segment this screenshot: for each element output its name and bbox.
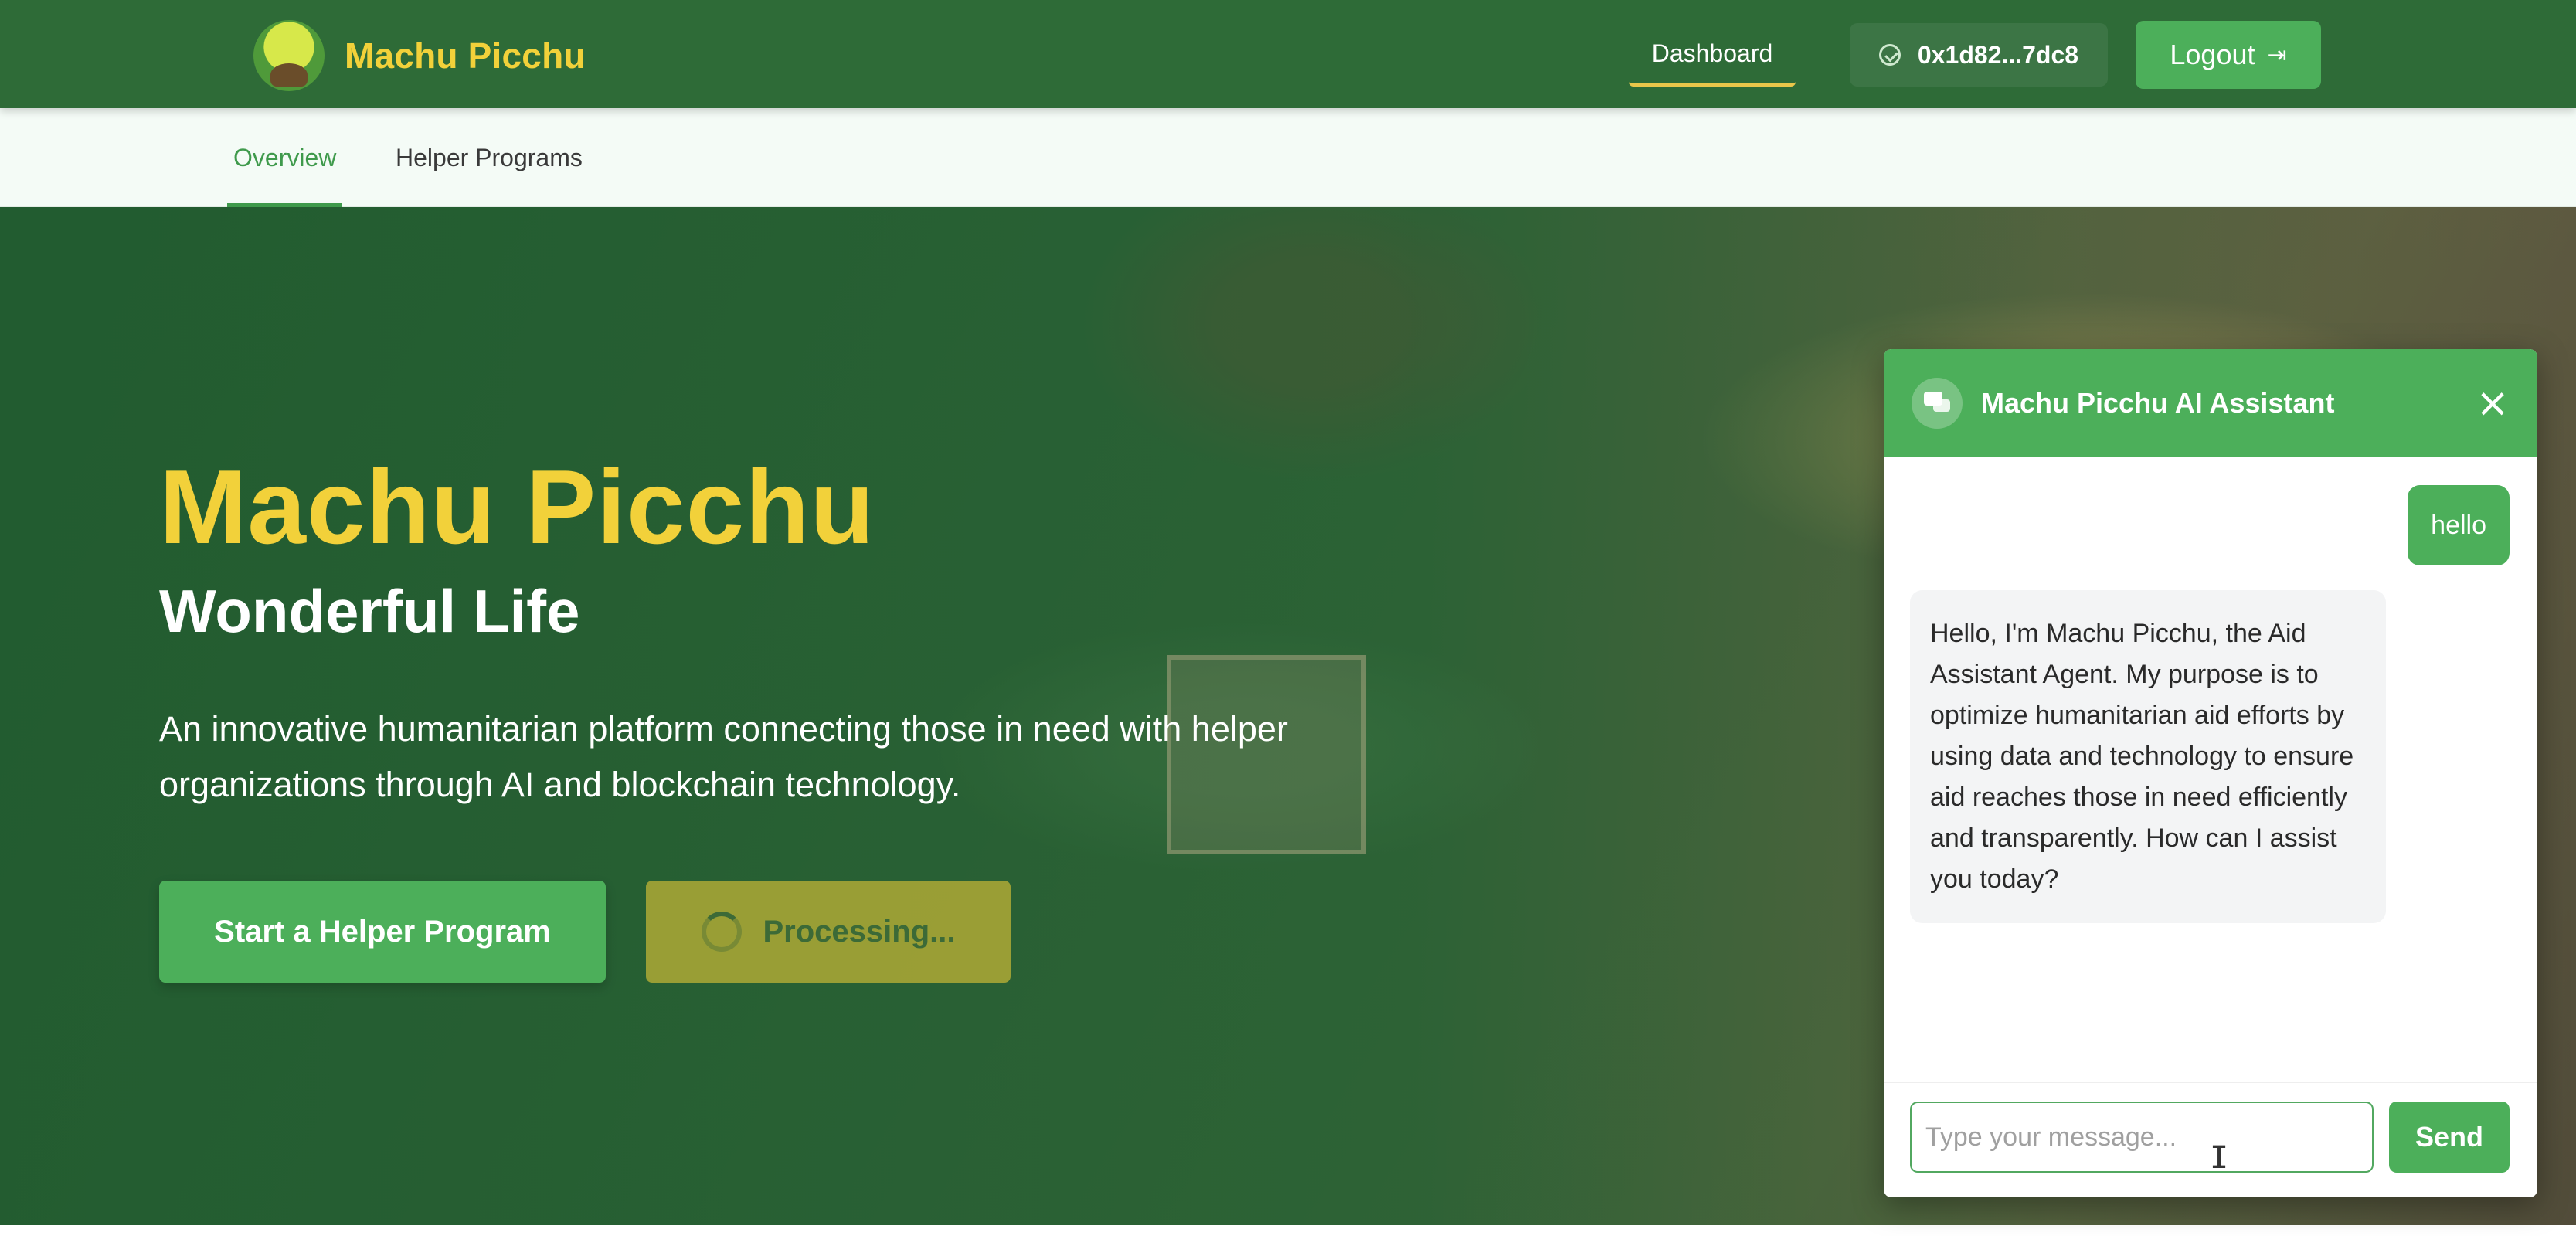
- hero-subtitle: Wonderful Life: [159, 577, 580, 645]
- user-message: hello: [2408, 485, 2510, 565]
- message-input[interactable]: [1910, 1102, 2374, 1173]
- hero-description: An innovative humanitarian platform conn…: [159, 709, 1288, 804]
- close-icon[interactable]: ×: [2472, 383, 2513, 423]
- logout-button[interactable]: Logout ⇥: [2136, 21, 2321, 89]
- brand[interactable]: Machu Picchu: [253, 20, 586, 91]
- assistant-message: Hello, I'm Machu Picchu, the Aid Assista…: [1910, 590, 2386, 923]
- dashboard-link[interactable]: Dashboard: [1629, 23, 1796, 87]
- brand-name: Machu Picchu: [345, 36, 586, 76]
- logo-icon: [253, 20, 325, 91]
- send-button[interactable]: Send: [2389, 1102, 2510, 1173]
- start-helper-program-button[interactable]: Start a Helper Program: [159, 881, 606, 983]
- sub-navigation: Overview Helper Programs: [0, 108, 2576, 207]
- chat-messages: hello Hello, I'm Machu Picchu, the Aid A…: [1884, 457, 2537, 1083]
- spinner-icon: [701, 912, 742, 952]
- top-navbar: Machu Picchu Dashboard 0x1d82...7dc8 Log…: [0, 0, 2576, 108]
- wallet-address: 0x1d82...7dc8: [1917, 40, 2079, 69]
- tab-helper-programs[interactable]: Helper Programs: [396, 108, 583, 207]
- logout-icon: ⇥: [2267, 42, 2287, 68]
- wallet-address-badge[interactable]: 0x1d82...7dc8: [1850, 23, 2108, 87]
- tab-overview[interactable]: Overview: [226, 108, 343, 207]
- chat-title: Machu Picchu AI Assistant: [1981, 387, 2335, 419]
- text-cursor-icon: I: [2210, 1140, 2229, 1176]
- logout-label: Logout: [2170, 39, 2255, 70]
- ai-assistant-chat: Machu Picchu AI Assistant × hello Hello,…: [1884, 349, 2537, 1197]
- processing-label: Processing...: [763, 914, 956, 949]
- chat-bubbles-icon: [1912, 378, 1963, 429]
- chat-header: Machu Picchu AI Assistant ×: [1884, 349, 2537, 457]
- check-circle-icon: [1878, 44, 1901, 66]
- hero-title: Machu Picchu: [159, 448, 875, 565]
- processing-button[interactable]: Processing...: [646, 881, 1011, 983]
